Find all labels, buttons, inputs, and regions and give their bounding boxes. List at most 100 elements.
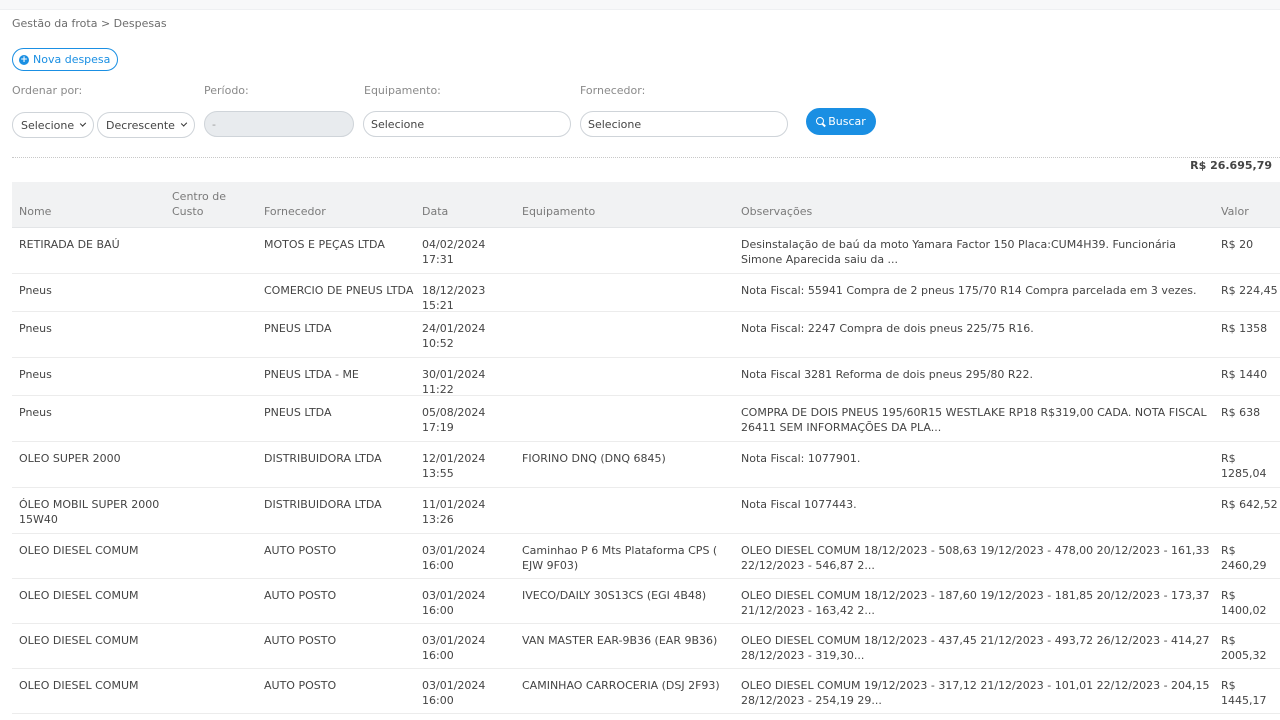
cell-fornecedor: COMERCIO DE PNEUS LTDA <box>264 284 414 297</box>
cell-nome: OLEO DIESEL COMUM <box>19 679 139 692</box>
expenses-table: Nome Centro de Custo Fornecedor Data Equ… <box>12 182 1280 714</box>
cell-fornecedor: DISTRIBUIDORA LTDA <box>264 452 382 465</box>
new-expense-label: Nova despesa <box>33 53 111 66</box>
column-header-observacoes[interactable]: Observações <box>741 204 812 219</box>
cell-observacoes: OLEO DIESEL COMUM 19/12/2023 - 317,12 21… <box>741 679 1210 707</box>
column-header-data[interactable]: Data <box>422 204 448 219</box>
divider <box>12 157 1280 158</box>
cell-valor: R$ 638 <box>1221 406 1261 419</box>
table-row[interactable]: Pneus COMERCIO DE PNEUS LTDA 18/12/2023 15… <box>12 274 1280 312</box>
cell-observacoes: Nota Fiscal: 1077901. <box>741 452 861 465</box>
cell-observacoes: Nota Fiscal: 55941 Compra de 2 pneus 175… <box>741 284 1197 297</box>
cell-nome: Pneus <box>19 322 52 335</box>
cell-data: 11/01/2024 13:26 <box>422 498 486 526</box>
cell-data: 24/01/2024 10:52 <box>422 322 486 350</box>
chevron-down-icon <box>180 120 188 127</box>
cell-nome: Pneus <box>19 284 52 297</box>
cell-valor: R$ 20 <box>1221 238 1254 251</box>
cell-observacoes: OLEO DIESEL COMUM 18/12/2023 - 187,60 19… <box>741 589 1210 617</box>
period-field[interactable]: - <box>204 111 354 137</box>
cell-valor: R$ 642,52 <box>1221 498 1278 511</box>
top-bar <box>0 0 1280 10</box>
column-header-valor[interactable]: Valor <box>1221 204 1249 219</box>
new-expense-button[interactable]: + Nova despesa <box>12 48 119 71</box>
cell-valor: R$ 2005,32 <box>1221 634 1267 662</box>
cell-valor: R$ 1358 <box>1221 322 1268 335</box>
cell-data: 05/08/2024 17:19 <box>422 406 486 434</box>
chevron-down-icon <box>79 120 87 127</box>
supplier-label: Fornecedor: <box>580 84 646 97</box>
column-header-equipamento[interactable]: Equipamento <box>522 204 595 219</box>
search-icon <box>816 117 825 126</box>
cell-data: 18/12/2023 15:21 <box>422 284 486 312</box>
table-row[interactable]: RETIRADA DE BAÚ MOTOS E PEÇAS LTDA 04/02/2… <box>12 228 1280 274</box>
table-row[interactable]: Pneus PNEUS LTDA 24/01/2024 10:52 Nota Fisc… <box>12 312 1280 358</box>
table-header: Nome Centro de Custo Fornecedor Data Equ… <box>12 182 1280 228</box>
cell-observacoes: OLEO DIESEL COMUM 18/12/2023 - 508,63 19… <box>741 544 1210 572</box>
cell-data: 03/01/2024 16:00 <box>422 679 486 707</box>
cell-nome: Pneus <box>19 368 52 381</box>
order-by-value: Selecione <box>21 118 75 132</box>
cell-valor: R$ 1285,04 <box>1221 452 1267 480</box>
supplier-field[interactable]: Selecione <box>580 111 788 137</box>
equipment-field[interactable]: Selecione <box>363 111 571 137</box>
cell-observacoes: COMPRA DE DOIS PNEUS 195/60R15 WESTLAKE … <box>741 406 1207 434</box>
cell-equipamento: Caminhao P 6 Mts Plataforma CPS ( EJW 9F… <box>522 544 718 572</box>
cell-valor: R$ 224,45 <box>1221 284 1278 297</box>
cell-nome: RETIRADA DE BAÚ <box>19 238 120 251</box>
cell-observacoes: Nota Fiscal: 2247 Compra de dois pneus 2… <box>741 322 1034 335</box>
cell-nome: OLEO DIESEL COMUM <box>19 634 139 647</box>
order-label: Ordenar por: <box>12 84 83 97</box>
cell-nome: OLEO DIESEL COMUM <box>19 589 139 602</box>
cell-nome: ÓLEO MOBIL SUPER 2000 15W40 <box>19 498 160 526</box>
order-by-select[interactable]: Selecione <box>12 112 94 138</box>
cell-nome: OLEO SUPER 2000 <box>19 452 121 465</box>
total-value: R$ 26.695,79 <box>1190 159 1272 172</box>
breadcrumb: Gestão da frota > Despesas <box>12 17 167 30</box>
sort-direction-select[interactable]: Decrescente <box>97 112 195 138</box>
cell-fornecedor: PNEUS LTDA - ME <box>264 368 359 381</box>
cell-observacoes: Desinstalação de baú da moto Yamara Fact… <box>741 238 1176 266</box>
search-button-label: Buscar <box>828 115 866 128</box>
column-header-centro-custo[interactable]: Centro de Custo <box>172 189 234 219</box>
table-row[interactable]: OLEO SUPER 2000 DISTRIBUIDORA LTDA 12/01/2… <box>12 442 1280 488</box>
cell-fornecedor: AUTO POSTO <box>264 679 337 692</box>
cell-valor: R$ 1400,02 <box>1221 589 1267 617</box>
cell-equipamento: IVECO/DAILY 30S13CS (EGI 4B48) <box>522 589 707 602</box>
cell-data: 03/01/2024 16:00 <box>422 589 486 617</box>
table-row[interactable]: OLEO DIESEL COMUM AUTO POSTO 03/01/2024 16… <box>12 579 1280 624</box>
cell-observacoes: Nota Fiscal 3281 Reforma de dois pneus 2… <box>741 368 1033 381</box>
cell-data: 04/02/2024 17:31 <box>422 238 486 266</box>
equipment-label: Equipamento: <box>364 84 441 97</box>
column-header-nome[interactable]: Nome <box>19 204 51 219</box>
period-label: Período: <box>204 84 249 97</box>
cell-fornecedor: PNEUS LTDA <box>264 406 332 419</box>
column-header-fornecedor[interactable]: Fornecedor <box>264 204 326 219</box>
cell-equipamento: VAN MASTER EAR-9B36 (EAR 9B36) <box>522 634 718 647</box>
cell-data: 12/01/2024 13:55 <box>422 452 486 480</box>
cell-data: 30/01/2024 11:22 <box>422 368 486 396</box>
cell-observacoes: Nota Fiscal 1077443. <box>741 498 857 511</box>
cell-equipamento: FIORINO DNQ (DNQ 6845) <box>522 452 666 465</box>
cell-equipamento: CAMINHAO CARROCERIA (DSJ 2F93) <box>522 679 720 692</box>
table-row[interactable]: OLEO DIESEL COMUM AUTO POSTO 03/01/2024 16… <box>12 669 1280 714</box>
cell-fornecedor: DISTRIBUIDORA LTDA <box>264 498 382 511</box>
cell-data: 03/01/2024 16:00 <box>422 544 486 572</box>
cell-fornecedor: AUTO POSTO <box>264 589 337 602</box>
table-body: RETIRADA DE BAÚ MOTOS E PEÇAS LTDA 04/02/2… <box>12 228 1280 714</box>
search-button[interactable]: Buscar <box>806 108 876 135</box>
table-row[interactable]: Pneus PNEUS LTDA 05/08/2024 17:19 COMPRA DE… <box>12 396 1280 442</box>
cell-valor: R$ 1445,17 <box>1221 679 1267 707</box>
cell-nome: Pneus <box>19 406 52 419</box>
sort-direction-value: Decrescente <box>106 118 175 132</box>
cell-valor: R$ 2460,29 <box>1221 544 1267 572</box>
table-row[interactable]: Pneus PNEUS LTDA - ME 30/01/2024 11:22 Nota… <box>12 358 1280 396</box>
table-row[interactable]: OLEO DIESEL COMUM AUTO POSTO 03/01/2024 16… <box>12 624 1280 669</box>
table-row[interactable]: ÓLEO MOBIL SUPER 2000 15W40 DISTRIBUIDORA… <box>12 488 1280 534</box>
table-row[interactable]: OLEO DIESEL COMUM AUTO POSTO 03/01/2024 16… <box>12 534 1280 579</box>
cell-fornecedor: AUTO POSTO <box>264 634 337 647</box>
cell-nome: OLEO DIESEL COMUM <box>19 544 139 557</box>
plus-icon: + <box>19 54 29 65</box>
cell-fornecedor: MOTOS E PEÇAS LTDA <box>264 238 385 251</box>
cell-valor: R$ 1440 <box>1221 368 1268 381</box>
